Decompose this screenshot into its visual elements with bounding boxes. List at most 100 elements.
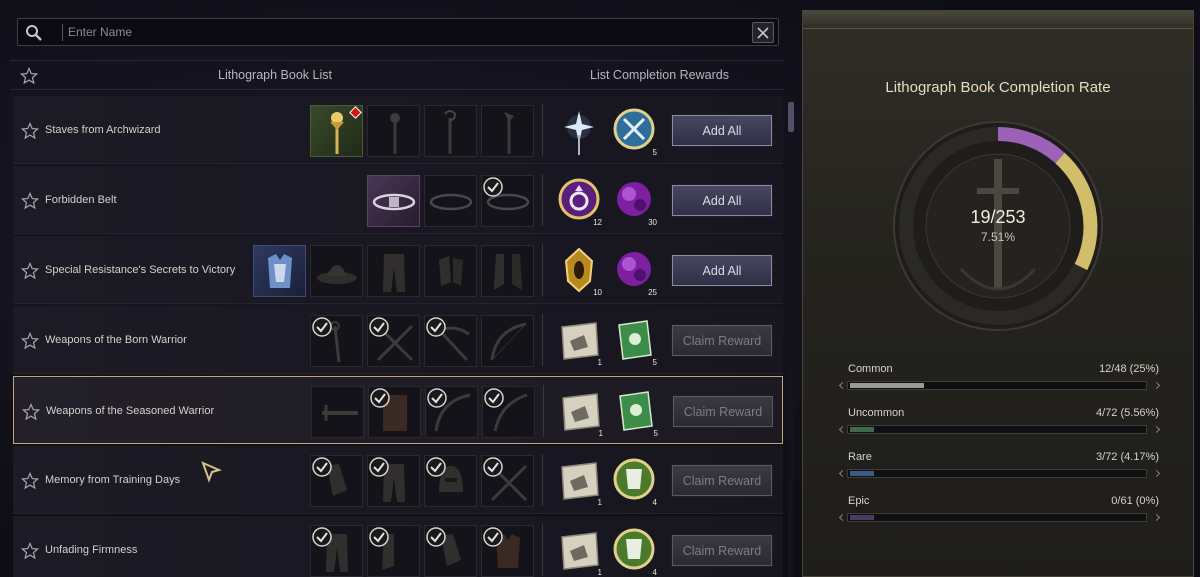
weapon-item-slot[interactable]: [311, 386, 364, 438]
search-input[interactable]: [68, 22, 728, 42]
green-armor-medallion-icon: [613, 458, 655, 500]
add-all-button[interactable]: Add All: [671, 114, 773, 147]
reward-item[interactable]: [554, 105, 604, 157]
scroll-icon: [562, 393, 600, 431]
boots-item-slot[interactable]: [481, 245, 534, 297]
weapon-item-slot[interactable]: [425, 386, 478, 438]
book-row[interactable]: Weapons of the Born Warrior 1 5 Claim Re…: [13, 306, 783, 374]
book-row[interactable]: Special Resistance's Secrets to Victory: [13, 236, 783, 304]
grade-stat-rare: Rare 3/72 (4.17%): [838, 451, 1161, 481]
bar-cap-left: [838, 381, 847, 390]
grade-name: Epic: [848, 495, 870, 507]
favorite-star-icon[interactable]: [21, 262, 39, 280]
reward-item[interactable]: 1: [554, 455, 604, 507]
pants-item-slot[interactable]: [367, 455, 420, 507]
staff-item-slot[interactable]: [424, 105, 477, 157]
pants-item-slot[interactable]: [310, 525, 363, 577]
claim-reward-button[interactable]: Claim Reward: [671, 324, 773, 357]
weapon-item-slot[interactable]: [424, 315, 477, 367]
reward-count: 1: [597, 498, 602, 507]
book-row-selected[interactable]: Weapons of the Seasoned Warrior 1 5 Clai…: [13, 376, 783, 444]
reward-item[interactable]: 5: [609, 105, 659, 157]
gloves-item-slot[interactable]: [424, 245, 477, 297]
hat-item-slot[interactable]: [310, 245, 363, 297]
pants-item-slot[interactable]: [367, 245, 420, 297]
boots-item-slot[interactable]: [367, 525, 420, 577]
book-row[interactable]: Memory from Training Days 1 4 Claim Rewa…: [13, 446, 783, 514]
reward-item[interactable]: 4: [609, 455, 659, 507]
staff-icon: [444, 110, 457, 154]
belt-item-slot[interactable]: [481, 175, 534, 227]
favorite-star-icon[interactable]: [21, 472, 39, 490]
book-name: Weapons of the Born Warrior: [45, 334, 187, 346]
reward-count: 4: [652, 568, 657, 577]
grade-stat-epic: Epic 0/61 (0%): [838, 495, 1161, 525]
search-icon[interactable]: [25, 24, 43, 42]
reward-item[interactable]: 12: [554, 175, 604, 227]
grade-progress-bar: [847, 513, 1147, 522]
hat-icon: [317, 265, 357, 284]
armor-item-slot[interactable]: [253, 245, 306, 297]
reward-count: 1: [597, 358, 602, 367]
weapon-item-slot[interactable]: [367, 315, 420, 367]
sparkle-staff-icon: [564, 111, 594, 155]
add-all-button[interactable]: Add All: [671, 184, 773, 217]
favorite-star-icon[interactable]: [21, 122, 39, 140]
belt-item-slot[interactable]: [367, 175, 420, 227]
claim-reward-button[interactable]: Claim Reward: [671, 534, 773, 567]
helmet-item-slot[interactable]: [424, 455, 477, 507]
list-scrollbar[interactable]: [788, 96, 794, 577]
weapon-item-slot[interactable]: [481, 455, 534, 507]
search-separator: [62, 24, 63, 41]
scroll-icon: [561, 462, 599, 500]
bar-cap-right: [1152, 469, 1161, 478]
armor-item-slot[interactable]: [481, 525, 534, 577]
book-row[interactable]: Staves from Archwizard 5 Add All: [13, 96, 783, 164]
add-all-button[interactable]: Add All: [671, 254, 773, 287]
green-book-icon: [619, 391, 653, 431]
reward-item[interactable]: 5: [609, 315, 659, 367]
checkmark-icon: [369, 527, 389, 547]
staff-item-slot[interactable]: [310, 105, 363, 157]
gloves-item-slot[interactable]: [310, 455, 363, 507]
claim-reward-button[interactable]: Claim Reward: [671, 464, 773, 497]
reward-item[interactable]: 4: [609, 525, 659, 577]
favorite-star-icon[interactable]: [22, 403, 40, 421]
bar-cap-right: [1152, 513, 1161, 522]
book-name: Special Resistance's Secrets to Victory: [45, 264, 236, 276]
staff-item-slot[interactable]: [367, 105, 420, 157]
completion-rate-title: Lithograph Book Completion Rate: [885, 79, 1111, 96]
reward-item[interactable]: 5: [610, 386, 660, 438]
weapon-item-slot[interactable]: [310, 315, 363, 367]
grade-stat-uncommon: Uncommon 4/72 (5.56%): [838, 407, 1161, 437]
lithograph-list-panel: Lithograph Book List List Completion Rew…: [0, 0, 800, 577]
favorite-filter-star-icon[interactable]: [20, 67, 38, 85]
book-row[interactable]: Forbidden Belt 12 30 Add All: [13, 166, 783, 234]
staff-item-slot[interactable]: [481, 105, 534, 157]
reward-item[interactable]: 1: [554, 525, 604, 577]
checkmark-icon: [312, 317, 332, 337]
reward-item[interactable]: 10: [554, 245, 604, 297]
gloves-item-slot[interactable]: [424, 525, 477, 577]
favorite-star-icon[interactable]: [21, 332, 39, 350]
grade-progress-fill: [850, 471, 874, 476]
weapon-item-slot[interactable]: [482, 386, 535, 438]
reward-item[interactable]: 30: [609, 175, 659, 227]
claim-reward-button[interactable]: Claim Reward: [672, 395, 774, 428]
reward-item[interactable]: 1: [554, 315, 604, 367]
book-name: Staves from Archwizard: [45, 124, 161, 136]
favorite-star-icon[interactable]: [21, 192, 39, 210]
grade-progress-fill: [850, 515, 874, 520]
favorite-star-icon[interactable]: [21, 542, 39, 560]
book-row[interactable]: Unfading Firmness 1 4 Claim Reward: [13, 516, 783, 577]
reward-item[interactable]: 25: [609, 245, 659, 297]
weapon-item-slot[interactable]: [368, 386, 421, 438]
weapon-item-slot[interactable]: [481, 315, 534, 367]
reward-divider: [542, 524, 543, 576]
staff-icon: [504, 112, 514, 154]
reward-item[interactable]: 1: [555, 386, 605, 438]
scrollbar-thumb[interactable]: [788, 102, 794, 132]
clear-search-button[interactable]: [752, 22, 774, 43]
grade-value: 0/61 (0%): [1111, 495, 1159, 507]
belt-item-slot[interactable]: [424, 175, 477, 227]
